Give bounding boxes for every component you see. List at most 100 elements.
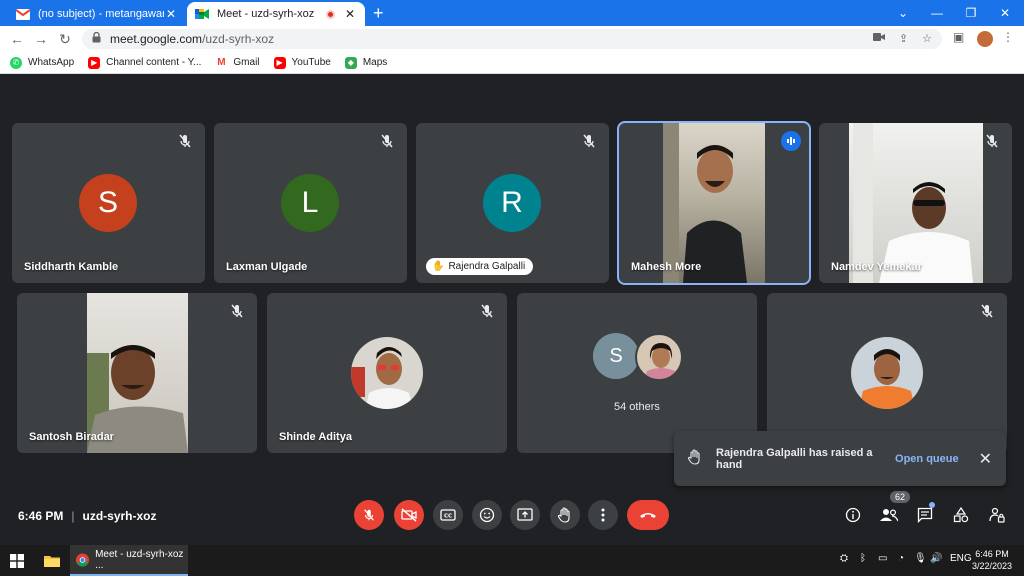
profile-avatar[interactable] <box>977 31 993 47</box>
avatar: S <box>593 333 639 379</box>
participant-video <box>87 293 188 453</box>
others-count: 54 others <box>614 401 660 413</box>
battery-icon[interactable]: ▭ <box>878 553 887 564</box>
maps-icon: ◆ <box>344 56 357 69</box>
volume-icon[interactable]: 🔊 <box>930 553 942 564</box>
network-drive-icon[interactable]: ⛭ <box>840 553 848 564</box>
raise-hand-button[interactable] <box>550 500 580 530</box>
menu-icon[interactable]: ⋮ <box>1002 30 1014 44</box>
side-panel-icon[interactable]: ▣ <box>953 30 964 44</box>
emoji-icon <box>479 507 495 523</box>
captions-icon: CC <box>440 509 456 521</box>
input-language[interactable]: ENG <box>950 553 972 564</box>
tab-search-icon[interactable]: ⌄ <box>886 0 920 26</box>
host-controls-button[interactable] <box>988 506 1006 524</box>
participant-name: Mahesh More <box>631 261 702 273</box>
browser-tab-strip: (no subject) - metangawar@gm... ✕ Meet -… <box>0 0 1024 26</box>
youtube-icon: ▶ <box>273 56 286 69</box>
forward-icon[interactable]: → <box>32 30 50 48</box>
participant-tile[interactable]: S Siddharth Kamble <box>12 123 205 283</box>
participant-name: Shinde Aditya <box>279 431 352 443</box>
mic-off-icon <box>231 304 243 318</box>
lock-icon <box>92 31 104 46</box>
wifi-icon[interactable]: ◔ <box>898 553 904 564</box>
participant-video <box>849 123 983 283</box>
hang-up-icon <box>640 513 656 518</box>
participant-tile[interactable] <box>767 293 1007 453</box>
bookmark-maps[interactable]: ◆ Maps <box>344 56 387 69</box>
mic-off-icon <box>481 304 493 318</box>
reactions-button[interactable] <box>472 500 502 530</box>
participant-name: Santosh Biradar <box>29 431 114 443</box>
bluetooth-icon[interactable]: ᛒ <box>860 553 866 564</box>
new-tab-button[interactable]: + <box>373 3 384 23</box>
participant-tile[interactable]: R ✋ Rajendra Galpalli <box>416 123 609 283</box>
speaking-indicator-icon <box>781 131 801 151</box>
separator: | <box>71 509 75 523</box>
avatar: S <box>79 174 137 232</box>
taskbar-chrome-window[interactable]: Meet - uzd-syrh-xoz ... <box>70 545 188 576</box>
participant-tile[interactable]: L Laxman Ulgade <box>214 123 407 283</box>
avatar: R <box>483 174 541 232</box>
address-bar[interactable]: meet.google.com/uzd-syrh-xoz ⇪ ☆ <box>82 29 942 49</box>
captions-button[interactable]: CC <box>433 500 463 530</box>
activities-button[interactable] <box>952 506 970 524</box>
share-icon[interactable]: ⇪ <box>899 32 908 45</box>
close-tab-icon[interactable]: ✕ <box>164 7 178 21</box>
youtube-icon: ▶ <box>88 56 101 69</box>
bookmark-youtube-studio[interactable]: ▶ Channel content - Y... <box>88 56 201 69</box>
close-tab-icon[interactable]: ✕ <box>343 7 357 21</box>
tab-title: (no subject) - metangawar@gm... <box>38 8 164 20</box>
mic-off-icon <box>583 134 595 148</box>
file-explorer-button[interactable] <box>44 545 64 576</box>
folder-icon <box>44 556 60 567</box>
participant-tile[interactable]: Shinde Aditya <box>267 293 507 453</box>
chat-button[interactable] <box>916 506 934 524</box>
avatar: L <box>281 174 339 232</box>
meeting-details-button[interactable] <box>844 506 862 524</box>
url-path: /uzd-syrh-xoz <box>202 32 275 46</box>
shapes-icon <box>953 507 969 523</box>
participant-tile[interactable]: Santosh Biradar <box>17 293 257 453</box>
close-icon[interactable]: ✕ <box>979 449 992 469</box>
open-queue-link[interactable]: Open queue <box>895 453 959 465</box>
url-host: meet.google.com <box>110 32 203 46</box>
minimize-button[interactable]: — <box>920 0 954 26</box>
taskbar-window-title: Meet - uzd-syrh-xoz ... <box>95 548 184 571</box>
more-options-button[interactable] <box>588 500 618 530</box>
present-screen-button[interactable] <box>510 500 540 530</box>
reload-icon[interactable]: ↻ <box>56 30 74 48</box>
camera-in-use-icon[interactable] <box>872 32 885 45</box>
bookmark-whatsapp[interactable]: ✆ WhatsApp <box>10 56 74 69</box>
present-icon <box>517 508 533 521</box>
participant-name: Siddharth Kamble <box>24 261 119 273</box>
people-button[interactable] <box>880 506 898 524</box>
participant-tile[interactable]: Namdev Yemekar <box>819 123 1012 283</box>
meeting-code: uzd-syrh-xoz <box>82 509 157 523</box>
bookmark-youtube[interactable]: ▶ YouTube <box>273 56 331 69</box>
system-clock[interactable]: 6:46 PM 3/22/2023 <box>972 548 1012 572</box>
back-icon[interactable]: ← <box>8 30 26 48</box>
close-window-button[interactable]: ✕ <box>988 0 1022 26</box>
participant-video <box>663 123 765 283</box>
microphone-in-use-icon[interactable]: 🎙 <box>914 553 927 564</box>
bookmark-gmail[interactable]: M Gmail <box>215 56 260 69</box>
toggle-camera-button[interactable] <box>394 500 424 530</box>
toggle-mic-button[interactable] <box>354 500 384 530</box>
meet-icon <box>195 7 209 21</box>
tab-meet[interactable]: Meet - uzd-syrh-xoz ✕ <box>187 2 365 26</box>
start-button[interactable] <box>10 545 28 576</box>
participant-tile-active-speaker[interactable]: Mahesh More <box>617 121 811 285</box>
participant-name: Namdev Yemekar <box>831 261 922 273</box>
tab-gmail[interactable]: (no subject) - metangawar@gm... ✕ <box>8 2 186 26</box>
restore-button[interactable]: ❐ <box>954 0 988 26</box>
gmail-icon <box>16 7 30 21</box>
others-tile[interactable]: S 54 others <box>517 293 757 453</box>
info-icon <box>845 507 861 523</box>
browser-toolbar: ← → ↻ meet.google.com/uzd-syrh-xoz ⇪ ☆ ▣… <box>0 26 1024 52</box>
raised-hand-icon <box>687 449 704 468</box>
bookmarks-bar: ✆ WhatsApp ▶ Channel content - Y... M Gmail… <box>0 52 1024 74</box>
leave-call-button[interactable] <box>627 500 669 530</box>
bookmark-star-icon[interactable]: ☆ <box>922 32 932 45</box>
avatar-photo <box>635 333 683 381</box>
